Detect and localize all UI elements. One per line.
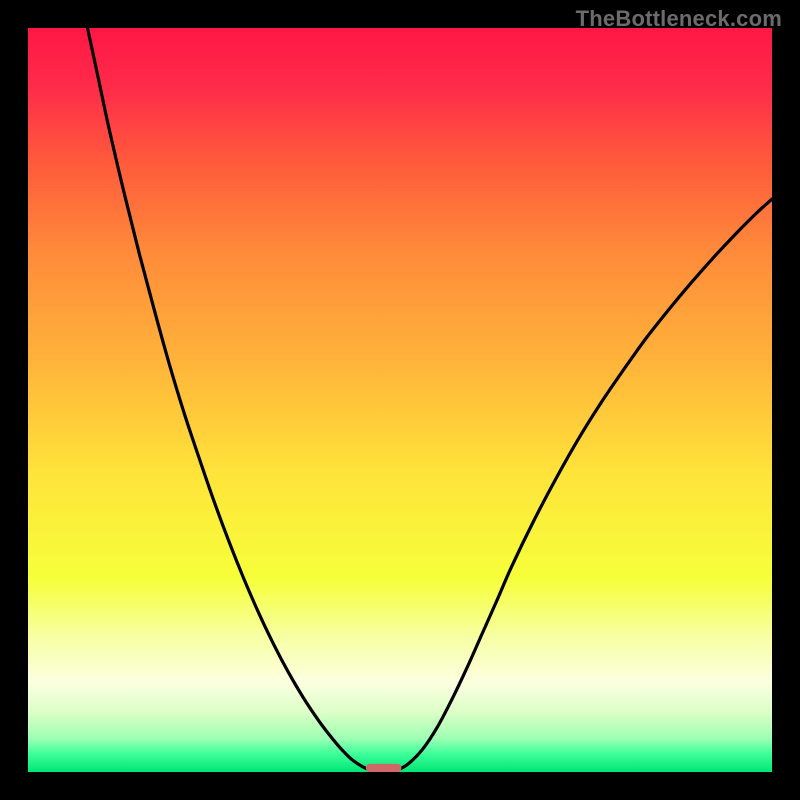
- chart-svg: [28, 28, 772, 772]
- gradient-background: [28, 28, 772, 772]
- chart-frame: TheBottleneck.com: [0, 0, 800, 800]
- plot-area: [28, 28, 772, 772]
- optimal-marker: [366, 764, 402, 772]
